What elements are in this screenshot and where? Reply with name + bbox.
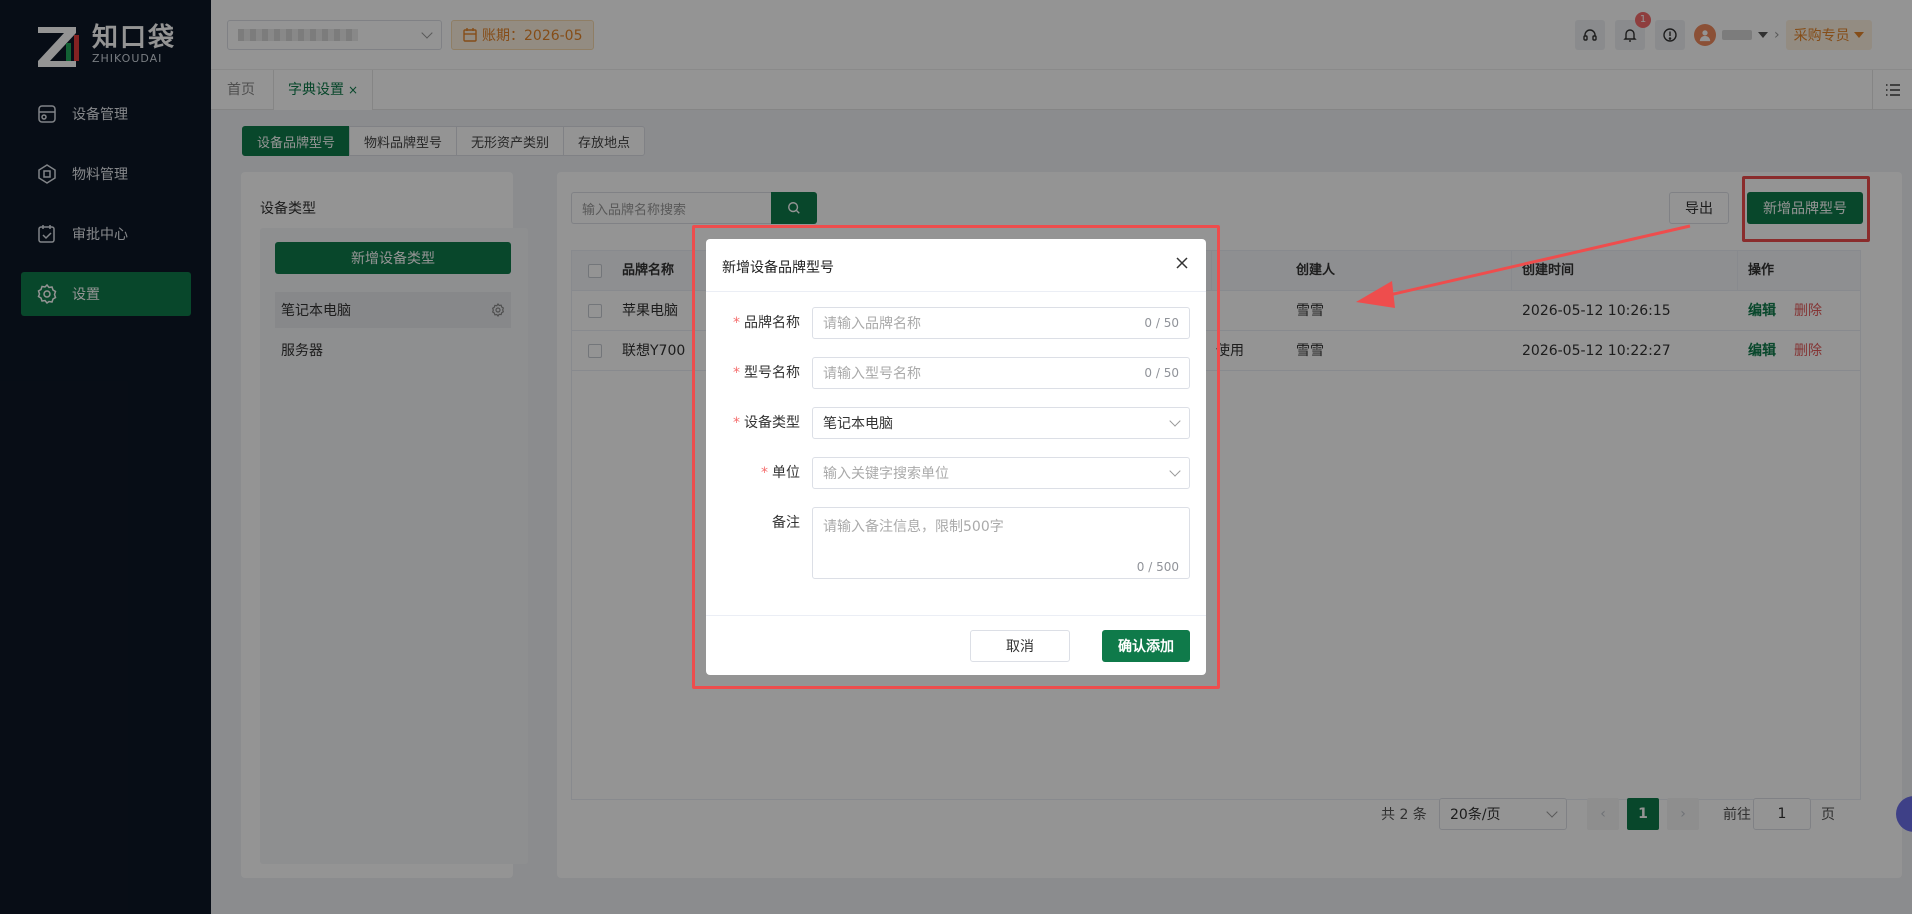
- field-label-text: 单位: [772, 465, 800, 481]
- brand-name-row: * 品牌名称 请输入品牌名称 0 / 50: [706, 307, 1206, 339]
- field-label: * 设备类型: [706, 407, 800, 439]
- divider: [706, 615, 1206, 616]
- close-icon[interactable]: [1174, 255, 1190, 271]
- field-label-text: 型号名称: [744, 365, 800, 381]
- field-label-text: 设备类型: [744, 415, 800, 431]
- required-mark: *: [733, 365, 740, 381]
- add-brand-dialog: 新增设备品牌型号 * 品牌名称 请输入品牌名称 0 / 50 * 型号名称 请输入型…: [706, 239, 1206, 675]
- input-placeholder: 请输入品牌名称: [823, 316, 921, 332]
- input-placeholder: 请输入型号名称: [823, 366, 921, 382]
- required-mark: *: [733, 315, 740, 331]
- char-count: 0 / 500: [1136, 560, 1179, 574]
- field-label: 备注: [772, 515, 800, 531]
- divider: [706, 291, 1206, 292]
- required-mark: *: [761, 465, 768, 481]
- model-name-row: * 型号名称 请输入型号名称 0 / 50: [706, 357, 1206, 389]
- unit-select[interactable]: 输入关键字搜索单位: [812, 457, 1190, 489]
- char-count: 0 / 50: [1144, 316, 1179, 330]
- field-label: * 单位: [706, 457, 800, 489]
- select-value: 笔记本电脑: [823, 416, 893, 432]
- dialog-title: 新增设备品牌型号: [722, 260, 834, 276]
- model-name-input[interactable]: 请输入型号名称 0 / 50: [812, 357, 1190, 389]
- field-label-text: 品牌名称: [744, 315, 800, 331]
- unit-row: * 单位 输入关键字搜索单位: [706, 457, 1206, 489]
- chevron-down-icon: [1169, 415, 1181, 427]
- char-count: 0 / 50: [1144, 366, 1179, 380]
- chevron-down-icon: [1169, 465, 1181, 477]
- device-type-row: * 设备类型 笔记本电脑: [706, 407, 1206, 439]
- remark-textarea[interactable]: 请输入备注信息，限制500字 0 / 500: [812, 507, 1190, 579]
- field-label: * 品牌名称: [706, 307, 800, 339]
- field-label: * 型号名称: [706, 357, 800, 389]
- confirm-add-button[interactable]: 确认添加: [1102, 630, 1190, 662]
- input-placeholder: 请输入备注信息，限制500字: [823, 519, 1004, 535]
- input-placeholder: 输入关键字搜索单位: [823, 466, 949, 482]
- cancel-button[interactable]: 取消: [970, 630, 1070, 662]
- remark-row: 备注 请输入备注信息，限制500字 0 / 500: [706, 507, 1206, 579]
- required-mark: *: [733, 415, 740, 431]
- device-type-select[interactable]: 笔记本电脑: [812, 407, 1190, 439]
- brand-name-input[interactable]: 请输入品牌名称 0 / 50: [812, 307, 1190, 339]
